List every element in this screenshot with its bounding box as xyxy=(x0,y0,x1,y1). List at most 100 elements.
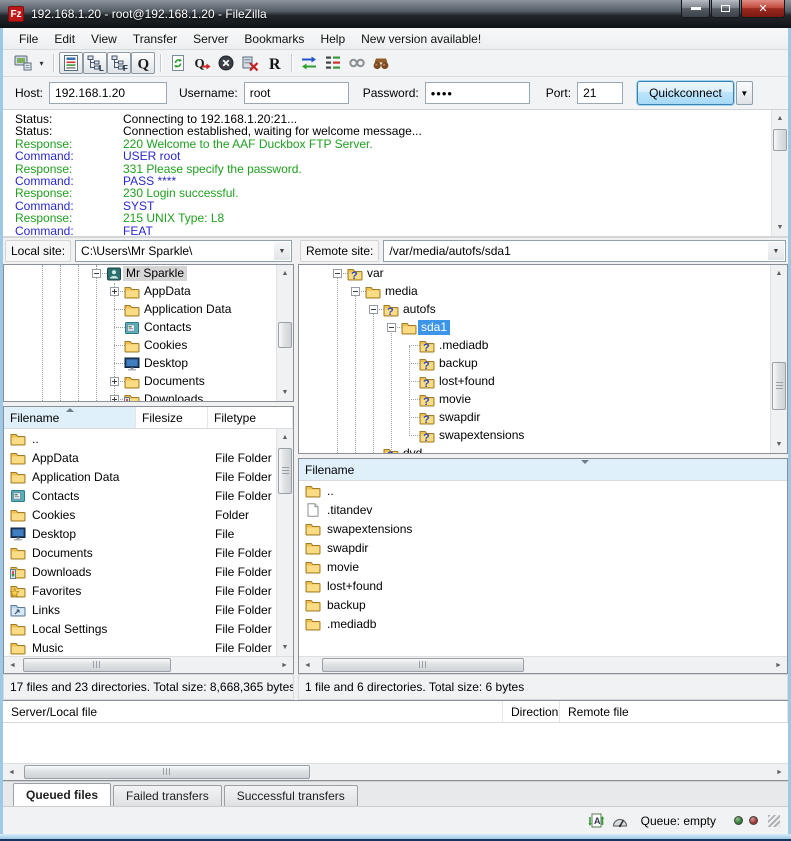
remote-hscroll-track[interactable] xyxy=(316,657,770,674)
tree-item-dvd[interactable]: ?dvd xyxy=(299,445,770,453)
column-header-filesize[interactable]: Filesize xyxy=(136,407,208,428)
username-input[interactable] xyxy=(244,82,349,104)
collapse-expander-icon[interactable] xyxy=(333,269,342,278)
tree-item-appdata[interactable]: AppData xyxy=(4,283,276,301)
expand-expander-icon[interactable] xyxy=(110,395,119,401)
file-row-music[interactable]: MusicFile Folder xyxy=(4,638,276,656)
minimize-button[interactable] xyxy=(681,0,710,18)
local-site-combobox[interactable]: C:\Users\Mr Sparkle\ ▼ xyxy=(75,240,292,262)
queue-hscroll-track[interactable] xyxy=(20,764,771,781)
menu-item-new-version-available[interactable]: New version available! xyxy=(353,30,489,48)
scroll-thumb[interactable] xyxy=(24,765,310,779)
local-list-hscrollbar[interactable]: ◄ ► xyxy=(4,656,293,673)
file-row-item[interactable]: .. xyxy=(299,481,787,500)
scroll-left-icon[interactable]: ◄ xyxy=(3,764,20,781)
quickconnect-dropdown-button[interactable]: ▼ xyxy=(736,81,753,105)
collapse-expander-icon[interactable] xyxy=(387,323,396,332)
close-button[interactable]: ✕ xyxy=(741,0,785,18)
tree-item-swapextensions[interactable]: ?swapextensions xyxy=(299,427,770,445)
cancel-icon[interactable] xyxy=(214,52,238,74)
tree-item-movie[interactable]: ?movie xyxy=(299,391,770,409)
remote-tree-scrollbar[interactable]: ▲ ▼ xyxy=(770,265,787,453)
host-input[interactable] xyxy=(49,82,167,104)
expand-expander-icon[interactable] xyxy=(110,377,119,386)
site-manager-dropdown-icon[interactable]: ▾ xyxy=(35,52,48,74)
column-header-filetype[interactable]: Filetype xyxy=(208,407,293,428)
tree-item-cookies[interactable]: Cookies xyxy=(4,337,276,355)
collapse-expander-icon[interactable] xyxy=(92,269,101,278)
reconnect-icon[interactable]: R xyxy=(262,52,286,74)
menu-item-bookmarks[interactable]: Bookmarks xyxy=(236,30,312,48)
disconnect-icon[interactable] xyxy=(238,52,262,74)
file-row-favorites[interactable]: FavoritesFile Folder xyxy=(4,581,276,600)
menu-item-edit[interactable]: Edit xyxy=(46,30,83,48)
refresh-icon[interactable] xyxy=(166,52,190,74)
tree-item-swapdir[interactable]: ?swapdir xyxy=(299,409,770,427)
tree-item-mediadb[interactable]: ?.mediadb xyxy=(299,337,770,355)
queue-body[interactable] xyxy=(3,723,788,763)
file-row-swapextensions[interactable]: swapextensions xyxy=(299,519,787,538)
scroll-right-icon[interactable]: ► xyxy=(771,764,788,781)
file-row-application-data[interactable]: Application DataFile Folder xyxy=(4,467,276,486)
file-row-desktop[interactable]: DesktopFile xyxy=(4,524,276,543)
queue-hscrollbar[interactable]: ◄ ► xyxy=(3,763,788,780)
title-bar[interactable]: Fz 192.168.1.20 - root@192.168.1.20 - Fi… xyxy=(0,0,791,28)
message-log-toggle-icon[interactable] xyxy=(59,52,83,74)
column-header-filename[interactable]: Filename xyxy=(299,459,787,480)
menu-item-help[interactable]: Help xyxy=(312,30,353,48)
scroll-up-icon[interactable]: ▲ xyxy=(277,265,293,282)
tree-item-sda1[interactable]: sda1 xyxy=(299,319,770,337)
scroll-thumb[interactable] xyxy=(278,322,292,348)
file-row-documents[interactable]: DocumentsFile Folder xyxy=(4,543,276,562)
scroll-down-icon[interactable]: ▼ xyxy=(277,639,293,656)
menu-item-transfer[interactable]: Transfer xyxy=(125,30,185,48)
tree-item-lost-found[interactable]: ?lost+found xyxy=(299,373,770,391)
password-input[interactable] xyxy=(425,82,530,104)
scroll-left-icon[interactable]: ◄ xyxy=(4,657,21,674)
file-row-movie[interactable]: movie xyxy=(299,557,787,576)
local-tree-scrollbar[interactable]: ▲ ▼ xyxy=(276,265,293,401)
file-row-titandev[interactable]: .titandev xyxy=(299,500,787,519)
column-header-filename[interactable]: Filename xyxy=(4,407,136,428)
tree-item-documents[interactable]: Documents xyxy=(4,373,276,391)
tree-item-downloads[interactable]: Downloads xyxy=(4,391,276,401)
tree-item-media[interactable]: media xyxy=(299,283,770,301)
log-scrollbar[interactable]: ▲ ▼ xyxy=(771,110,788,236)
tree-item-var[interactable]: ?var xyxy=(299,265,770,283)
queue-column-header-direction[interactable]: Direction xyxy=(503,701,560,722)
local-list-scrollbar[interactable]: ▲ ▼ xyxy=(276,429,293,656)
file-row-downloads[interactable]: DownloadsFile Folder xyxy=(4,562,276,581)
collapse-expander-icon[interactable] xyxy=(369,305,378,314)
file-row-links[interactable]: LinksFile Folder xyxy=(4,600,276,619)
tab-failed-transfers[interactable]: Failed transfers xyxy=(113,785,222,806)
tree-item-mr-sparkle[interactable]: Mr Sparkle xyxy=(4,265,276,283)
menu-item-file[interactable]: File xyxy=(11,30,46,48)
remote-site-combobox[interactable]: /var/media/autofs/sda1 ▼ xyxy=(383,240,786,262)
tree-item-contacts[interactable]: Contacts xyxy=(4,319,276,337)
scroll-down-icon[interactable]: ▼ xyxy=(772,219,788,236)
expand-expander-icon[interactable] xyxy=(110,287,119,296)
tree-item-application-data[interactable]: Application Data xyxy=(4,301,276,319)
menu-item-view[interactable]: View xyxy=(83,30,125,48)
site-manager-icon[interactable] xyxy=(11,52,35,74)
local-hscroll-track[interactable] xyxy=(21,657,276,674)
tree-item-backup[interactable]: ?backup xyxy=(299,355,770,373)
quickconnect-button[interactable]: Quickconnect xyxy=(637,81,734,105)
scroll-down-icon[interactable]: ▼ xyxy=(277,384,293,401)
file-row-item[interactable]: .. xyxy=(4,429,276,448)
combo-dropdown-icon[interactable]: ▼ xyxy=(768,242,784,260)
remote-list-hscrollbar[interactable]: ◄ ► xyxy=(299,656,787,673)
file-row-backup[interactable]: backup xyxy=(299,595,787,614)
maximize-button[interactable] xyxy=(711,0,740,18)
tree-item-desktop[interactable]: Desktop xyxy=(4,355,276,373)
scroll-thumb[interactable] xyxy=(23,658,171,672)
file-row-mediadb[interactable]: .mediadb xyxy=(299,614,787,633)
file-row-swapdir[interactable]: swapdir xyxy=(299,538,787,557)
tab-successful-transfers[interactable]: Successful transfers xyxy=(224,785,358,806)
tab-queued-files[interactable]: Queued files xyxy=(13,783,111,806)
log-scroll-track[interactable] xyxy=(772,127,788,219)
file-row-contacts[interactable]: ContactsFile Folder xyxy=(4,486,276,505)
scroll-thumb[interactable] xyxy=(772,362,786,410)
filter-icon[interactable] xyxy=(345,52,369,74)
file-row-local-settings[interactable]: Local SettingsFile Folder xyxy=(4,619,276,638)
